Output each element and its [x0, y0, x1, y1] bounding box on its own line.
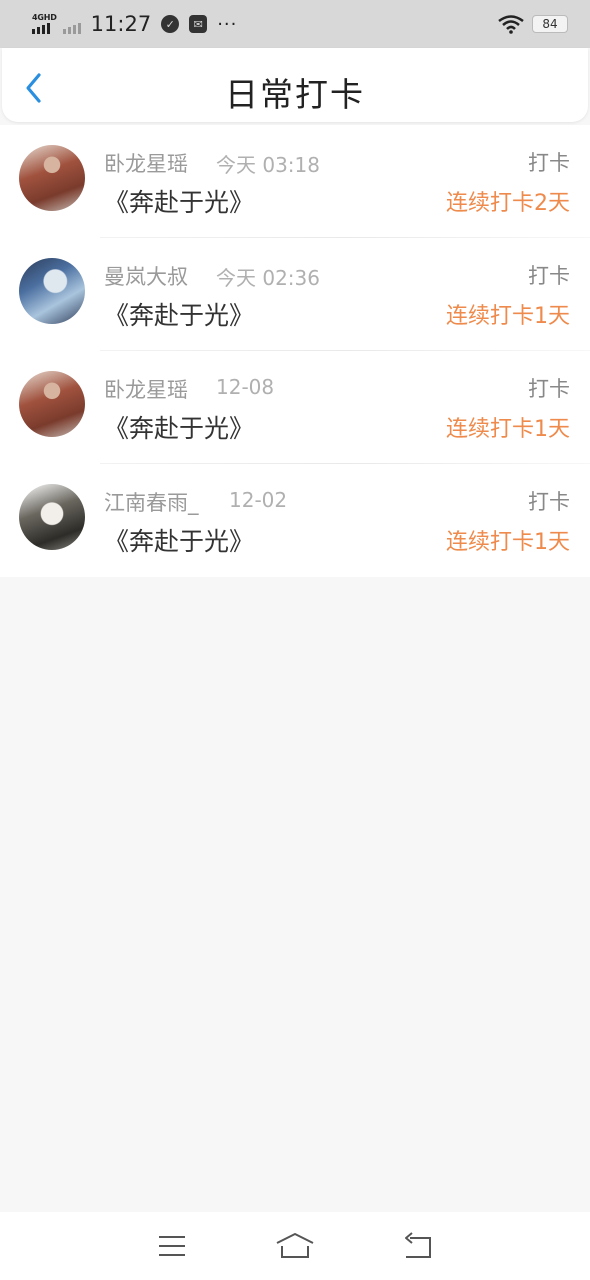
user-name[interactable]: 江南春雨_: [104, 487, 199, 517]
avatar[interactable]: [19, 371, 85, 437]
network-type: 4GHD: [32, 13, 57, 22]
book-title[interactable]: 《奔赴于光》: [104, 183, 254, 219]
streak-label: 连续打卡1天: [446, 530, 570, 555]
book-title[interactable]: 《奔赴于光》: [104, 296, 254, 332]
page-title: 日常打卡: [225, 75, 365, 114]
wifi-icon: [498, 15, 524, 34]
header: 日常打卡: [2, 48, 588, 122]
checkin-action: 打卡: [528, 490, 570, 514]
list-item[interactable]: 卧龙星瑶 今天 03:18 打卡 《奔赴于光》 连续打卡2天: [0, 125, 590, 238]
home-icon[interactable]: [275, 1229, 315, 1263]
user-name[interactable]: 曼岚大叔: [104, 261, 188, 291]
menu-icon[interactable]: [152, 1229, 192, 1263]
avatar[interactable]: [19, 145, 85, 211]
list-item[interactable]: 江南春雨_ 12-02 打卡 《奔赴于光》 连续打卡1天: [0, 464, 590, 577]
list-item[interactable]: 卧龙星瑶 12-08 打卡 《奔赴于光》 连续打卡1天: [0, 351, 590, 464]
checkin-time: 12-02: [229, 488, 288, 512]
user-name[interactable]: 卧龙星瑶: [104, 148, 188, 178]
user-name[interactable]: 卧龙星瑶: [104, 374, 188, 404]
secondary-signal-icon: [62, 22, 81, 34]
system-nav-bar: [0, 1212, 590, 1280]
avatar[interactable]: [19, 484, 85, 550]
app-notification-icon: ✓: [161, 15, 180, 33]
checkin-list: 卧龙星瑶 今天 03:18 打卡 《奔赴于光》 连续打卡2天 曼岚大叔 今天 0…: [0, 125, 590, 577]
avatar[interactable]: [19, 258, 85, 324]
message-notification-icon: ✉: [189, 15, 208, 33]
streak-label: 连续打卡2天: [446, 191, 570, 216]
battery-icon: 84: [532, 15, 568, 33]
streak-label: 连续打卡1天: [446, 304, 570, 329]
checkin-time: 今天 03:18: [216, 153, 320, 177]
checkin-time: 12-08: [216, 375, 275, 399]
checkin-action: 打卡: [528, 377, 570, 401]
cellular-signal-icon: 4GHD: [32, 14, 57, 34]
list-item[interactable]: 曼岚大叔 今天 02:36 打卡 《奔赴于光》 连续打卡1天: [0, 238, 590, 351]
streak-label: 连续打卡1天: [446, 417, 570, 442]
checkin-time: 今天 02:36: [216, 266, 320, 290]
checkin-action: 打卡: [528, 264, 570, 288]
battery-level: 84: [542, 17, 558, 31]
book-title[interactable]: 《奔赴于光》: [104, 522, 254, 558]
book-title[interactable]: 《奔赴于光》: [104, 409, 254, 445]
clock: 11:27: [90, 12, 152, 36]
status-bar: 4GHD 11:27 ✓ ✉ ··· 84: [0, 0, 590, 48]
checkin-action: 打卡: [528, 151, 570, 175]
return-icon[interactable]: [398, 1229, 438, 1263]
more-notifications-icon: ···: [217, 13, 238, 35]
